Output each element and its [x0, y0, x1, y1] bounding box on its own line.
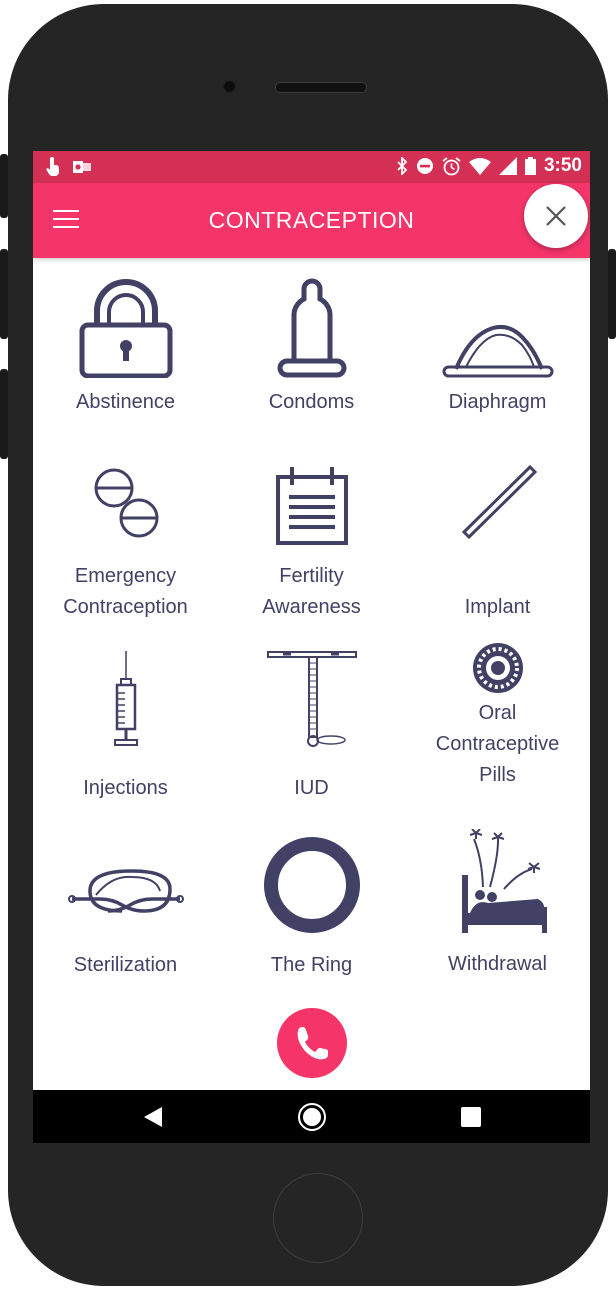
front-camera: [223, 80, 236, 93]
condom-icon: [277, 278, 346, 378]
method-label: Sterilization: [73, 954, 178, 976]
tied-tube-icon: [67, 869, 184, 913]
method-label: Injections: [83, 777, 168, 799]
home-button[interactable]: [273, 1173, 363, 1263]
app-bar: CONTRACEPTION: [33, 183, 590, 258]
do-not-disturb-icon: [416, 158, 433, 174]
page-title: CONTRACEPTION: [208, 207, 415, 233]
method-diaphragm[interactable]: Diaphragm: [405, 275, 590, 418]
method-label: Withdrawal: [448, 953, 547, 975]
method-the-ring[interactable]: The Ring: [219, 835, 404, 981]
syringe-icon: [113, 651, 138, 746]
pills-icon: [94, 468, 158, 538]
battery-icon: [524, 157, 536, 175]
method-condoms[interactable]: Condoms: [219, 275, 404, 418]
method-label: IUD: [294, 777, 329, 799]
volume-down-button: [0, 369, 8, 459]
earpiece-speaker: [275, 82, 367, 93]
iud-icon: [266, 651, 357, 747]
method-label: Diaphragm: [448, 391, 547, 413]
method-sterilization[interactable]: Sterilization: [33, 835, 218, 981]
padlock-icon: [79, 279, 172, 378]
method-label: The Ring: [270, 954, 353, 976]
method-label: Oral Contraceptive Pills: [435, 702, 560, 786]
pill-pack-icon: [472, 643, 523, 693]
method-iud[interactable]: IUD: [219, 649, 404, 804]
outlook-icon: [73, 161, 91, 173]
phone-icon: [297, 1027, 328, 1060]
method-label: Condoms: [268, 391, 355, 413]
method-abstinence[interactable]: Abstinence: [33, 275, 218, 418]
mute-switch: [0, 154, 8, 218]
back-icon[interactable]: [143, 1106, 163, 1128]
screen: 3:50 CONTRACEPTION Abstinence Condoms Di…: [33, 151, 590, 1143]
wifi-icon: [468, 158, 491, 175]
close-icon: [546, 206, 566, 226]
method-withdrawal[interactable]: Withdrawal: [405, 829, 590, 980]
home-icon[interactable]: [297, 1102, 327, 1132]
method-implant[interactable]: Implant: [405, 463, 590, 623]
recent-apps-icon[interactable]: [461, 1107, 481, 1127]
ring-icon: [263, 837, 360, 933]
android-nav-bar: [33, 1090, 590, 1143]
diaphragm-icon: [442, 324, 553, 378]
calendar-icon: [275, 467, 348, 545]
method-fertility-awareness[interactable]: Fertility Awareness: [219, 463, 404, 623]
method-label: Abstinence: [76, 391, 175, 413]
volume-up-button: [0, 249, 8, 339]
alarm-icon: [442, 156, 461, 175]
method-label: Fertility Awareness: [262, 565, 361, 618]
bed-fireworks-icon: [461, 829, 547, 933]
status-time: 3:50: [543, 155, 582, 176]
signal-icon: [498, 157, 517, 175]
close-button[interactable]: [524, 184, 588, 248]
method-label: Implant: [464, 596, 531, 618]
call-button[interactable]: [277, 1008, 347, 1078]
method-injections[interactable]: Injections: [33, 649, 218, 804]
method-emergency-contraception[interactable]: Emergency Contraception: [33, 463, 218, 623]
status-bar: 3:50: [33, 151, 590, 183]
method-oral-contraceptive-pills[interactable]: Oral Contraceptive Pills: [405, 640, 590, 791]
bluetooth-icon: [397, 157, 408, 175]
touch-hand-icon: [46, 157, 59, 176]
implant-rod-icon: [461, 464, 537, 540]
method-label: Emergency Contraception: [63, 565, 188, 618]
power-button: [608, 249, 616, 339]
